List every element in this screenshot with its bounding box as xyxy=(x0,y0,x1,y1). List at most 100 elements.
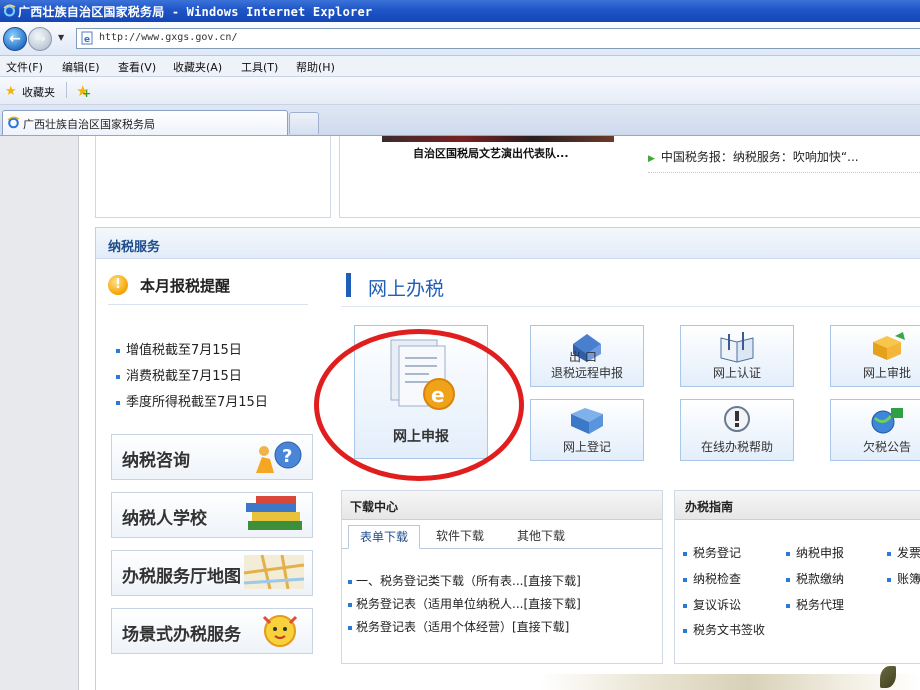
tab-other-download[interactable]: 其他下载 xyxy=(517,525,565,547)
bullet-icon xyxy=(786,577,790,582)
guide-link[interactable]: 纳税申报 xyxy=(786,544,844,561)
favorites-button[interactable]: 收藏夹 xyxy=(22,84,55,100)
online-help-label: 在线办税帮助 xyxy=(700,440,773,454)
tax-arrears-label: 欠税公告 xyxy=(862,440,911,454)
tax-guide-title: 办税指南 xyxy=(685,500,734,514)
address-toolbar: ← → ▼ e http://www.gxgs.gov.cn/ xyxy=(0,22,920,56)
tax-guide-panel: 办税指南 税务登记 纳税申报 发票 纳税检查 税款缴纳 账簿 复议诉讼 税务代理… xyxy=(674,490,920,664)
online-register-tile[interactable]: 网上登记 xyxy=(530,399,644,461)
red-highlight-circle xyxy=(314,329,524,481)
download-center-title: 下载中心 xyxy=(350,500,399,514)
online-tax-title: 网上办税 xyxy=(368,278,445,300)
tax-service-header: 纳税服务 xyxy=(96,228,920,259)
guide-link-text: 税款缴纳 xyxy=(796,572,845,586)
globe-icon xyxy=(871,408,903,434)
news-photo[interactable] xyxy=(382,136,614,142)
back-arrow-icon: ← xyxy=(9,31,21,47)
svg-text:?: ? xyxy=(282,446,292,467)
header-accent-bar xyxy=(346,273,351,297)
bullet-icon xyxy=(348,579,352,584)
online-approval-label: 网上审批 xyxy=(862,366,911,380)
guide-link-text: 税务代理 xyxy=(796,598,845,612)
map-icon xyxy=(243,554,305,590)
download-item[interactable]: 税务登记表（适用单位纳税人...[直接下载] xyxy=(348,595,581,612)
reminder-text: 季度所得税截至7月15日 xyxy=(126,395,268,410)
menu-favorites[interactable]: 收藏夹(A) xyxy=(173,59,222,75)
footer-decoration xyxy=(540,674,920,690)
guide-link[interactable]: 纳税检查 xyxy=(683,570,741,587)
monthly-reminder-title: 本月报税提醒 xyxy=(140,277,231,295)
ie-page-icon xyxy=(7,116,20,129)
export-refund-tile[interactable]: 出 口 退税远程申报 xyxy=(530,325,644,387)
bullet-icon xyxy=(786,551,790,556)
guide-link[interactable]: 税务文书签收 xyxy=(683,621,765,638)
news-link[interactable]: ▶ 中国税务报：纳税服务：吹响加快“... xyxy=(648,148,859,165)
tax-guide-header: 办税指南 xyxy=(675,491,920,520)
download-item[interactable]: 税务登记表（适用个体经营）[直接下载] xyxy=(348,618,569,635)
guide-link[interactable]: 账簿 xyxy=(887,570,920,587)
tab-active[interactable]: 广西壮族自治区国家税务局 xyxy=(2,110,288,135)
taxpayer-school-button[interactable]: 纳税人学校 xyxy=(111,492,313,538)
download-center-header: 下载中心 xyxy=(342,491,662,520)
menu-tools[interactable]: 工具(T) xyxy=(241,59,278,75)
page-content: 自治区国税局文艺演出代表队... ▶ 中国税务报：纳税服务：吹响加快“... 纳税… xyxy=(0,136,920,690)
question-person-icon: ? xyxy=(256,441,302,473)
bullet-icon xyxy=(348,625,352,630)
bullet-icon xyxy=(116,400,120,405)
tax-arrears-tile[interactable]: 欠税公告 xyxy=(830,399,920,461)
bullet-icon xyxy=(683,577,687,582)
export-refund-label: 退税远程申报 xyxy=(550,366,623,380)
mascot-icon xyxy=(262,615,298,647)
tab-title: 广西壮族自治区国家税务局 xyxy=(23,118,155,131)
tax-service-title: 纳税服务 xyxy=(108,240,161,255)
reminder-item[interactable]: 季度所得税截至7月15日 xyxy=(116,391,268,410)
guide-link-text: 纳税申报 xyxy=(796,546,845,560)
tax-consult-button[interactable]: 纳税咨询 ? xyxy=(111,434,313,480)
left-gutter xyxy=(0,136,79,690)
history-dropdown-button[interactable]: ▼ xyxy=(58,33,64,42)
tab-form-download[interactable]: 表单下载 xyxy=(348,525,420,549)
online-certify-label: 网上认证 xyxy=(712,366,761,380)
address-url: http://www.gxgs.gov.cn/ xyxy=(99,32,238,43)
menu-help[interactable]: 帮助(H) xyxy=(296,59,335,75)
address-input[interactable]: e http://www.gxgs.gov.cn/ xyxy=(76,28,920,49)
favorites-divider xyxy=(66,82,67,98)
taxpayer-school-label: 纳税人学校 xyxy=(122,509,207,529)
forward-button[interactable]: → xyxy=(28,27,52,51)
reminder-item[interactable]: 增值税截至7月15日 xyxy=(116,339,242,358)
back-button[interactable]: ← xyxy=(3,27,27,51)
forward-arrow-icon: → xyxy=(34,31,46,47)
menu-bar: 文件(F) 编辑(E) 查看(V) 收藏夹(A) 工具(T) 帮助(H) xyxy=(0,56,920,77)
bullet-icon xyxy=(786,603,790,608)
online-register-label: 网上登记 xyxy=(562,440,611,454)
photo-caption-link[interactable]: 自治区国税局文艺演出代表队... xyxy=(413,145,569,161)
guide-link[interactable]: 发票 xyxy=(887,544,920,561)
online-help-tile[interactable]: 在线办税帮助 xyxy=(680,399,794,461)
menu-edit[interactable]: 编辑(E) xyxy=(62,59,100,75)
scenario-service-label: 场景式办税服务 xyxy=(122,625,241,645)
new-tab-button[interactable] xyxy=(289,112,319,134)
guide-link[interactable]: 税务代理 xyxy=(786,596,844,613)
menu-file[interactable]: 文件(F) xyxy=(6,59,43,75)
download-item[interactable]: 一、税务登记类下载（所有表...[直接下载] xyxy=(348,572,581,589)
download-item-text: 一、税务登记类下载（所有表...[直接下载] xyxy=(356,574,581,588)
tab-software-download[interactable]: 软件下载 xyxy=(436,525,484,547)
package-icon xyxy=(873,332,905,360)
reminder-item[interactable]: 消费税截至7月15日 xyxy=(116,365,242,384)
guide-link-text: 发票 xyxy=(897,546,920,560)
add-favorite-icon[interactable]: ★ + xyxy=(76,82,91,100)
scenario-service-button[interactable]: 场景式办税服务 xyxy=(111,608,313,654)
online-approval-tile[interactable]: 网上审批 xyxy=(830,325,920,387)
guide-link[interactable]: 税款缴纳 xyxy=(786,570,844,587)
reminder-divider xyxy=(108,304,308,305)
bullet-triangle-icon: ▶ xyxy=(648,154,655,164)
guide-link[interactable]: 复议诉讼 xyxy=(683,596,741,613)
online-certify-tile[interactable]: 网上认证 xyxy=(680,325,794,387)
menu-view[interactable]: 查看(V) xyxy=(118,59,156,75)
online-tax-divider xyxy=(341,306,920,307)
ie-logo-icon xyxy=(3,4,16,17)
guide-link[interactable]: 税务登记 xyxy=(683,544,741,561)
books-icon xyxy=(246,496,302,530)
bullet-icon xyxy=(116,374,120,379)
office-map-button[interactable]: 办税服务厅地图 xyxy=(111,550,313,596)
